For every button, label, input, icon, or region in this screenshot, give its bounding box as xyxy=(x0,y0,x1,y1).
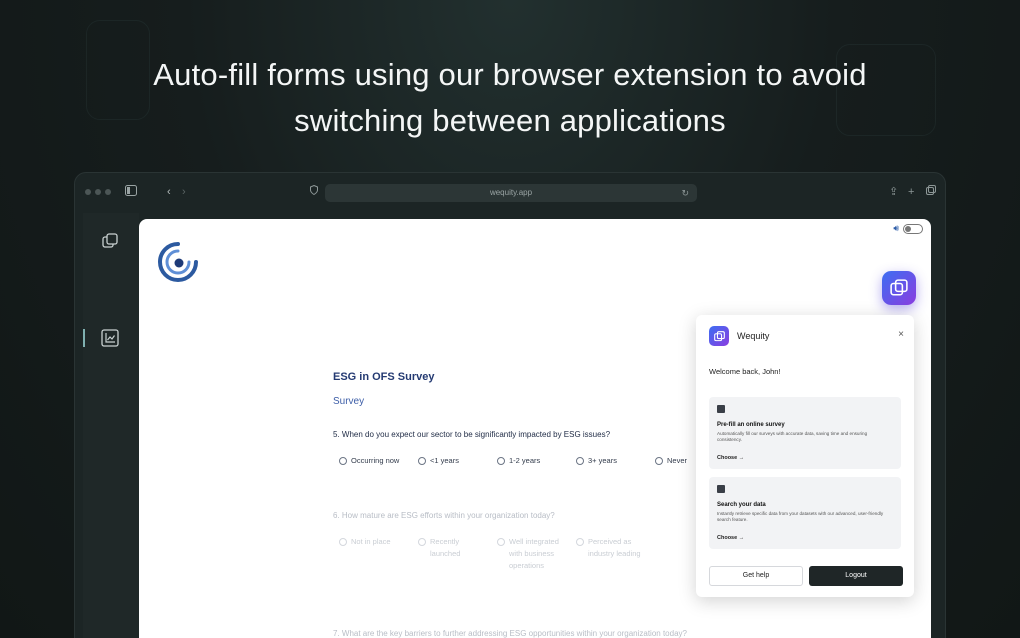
choose-link[interactable]: Choose → xyxy=(717,535,744,541)
extension-popup: Wequity × Welcome back, John! Pre-fill a… xyxy=(696,315,914,597)
radio-button[interactable] xyxy=(576,457,584,465)
logout-button[interactable]: Logout xyxy=(809,566,903,586)
copy-stack-icon[interactable] xyxy=(100,231,120,251)
question-6: 6. How mature are ESG efforts within you… xyxy=(333,511,555,520)
question-7: 7. What are the key barriers to further … xyxy=(333,629,687,638)
welcome-message: Welcome back, John! xyxy=(709,367,781,376)
choose-link[interactable]: Choose → xyxy=(717,455,744,461)
forward-icon[interactable]: › xyxy=(182,185,186,199)
headline-line-1: Auto-fill forms using our browser extens… xyxy=(153,57,867,92)
reload-icon[interactable]: ↻ xyxy=(681,184,689,202)
radio-option[interactable]: <1 years xyxy=(418,455,459,467)
window-dots-icon[interactable] xyxy=(85,189,111,195)
survey-title: ESG in OFS Survey xyxy=(333,371,435,383)
card-title: Search your data xyxy=(717,502,766,508)
radio-option[interactable]: 3+ years xyxy=(576,455,617,467)
radio-option[interactable]: Occurring now xyxy=(339,455,399,467)
extension-name: Wequity xyxy=(737,331,770,341)
copy-stack-icon xyxy=(890,279,908,296)
radio-button[interactable] xyxy=(497,538,505,546)
wequity-logo xyxy=(709,326,729,346)
back-icon[interactable]: ‹ xyxy=(167,185,171,199)
card-description: Automatically fill our surveys with accu… xyxy=(717,431,868,442)
radio-option[interactable]: 1-2 years xyxy=(497,455,540,467)
url-text: wequity.app xyxy=(489,188,533,197)
card-description: Instantly retrieve specific data from yo… xyxy=(717,511,884,522)
get-help-button[interactable]: Get help xyxy=(709,566,803,586)
question-5: 5. When do you expect our sector to be s… xyxy=(333,430,611,439)
radio-option[interactable]: Not in place xyxy=(339,536,409,548)
radio-button[interactable] xyxy=(418,457,426,465)
survey-subtitle: Survey xyxy=(333,396,365,407)
headline-line-2: switching between applications xyxy=(294,103,726,138)
new-tab-icon[interactable]: + xyxy=(908,185,914,199)
radio-button[interactable] xyxy=(497,457,505,465)
browser-toolbar: ‹ › wequity.app ↻ ⇪ + xyxy=(75,173,945,211)
close-icon[interactable]: × xyxy=(898,329,904,340)
sidebar-toggle-icon[interactable] xyxy=(125,185,137,200)
headline: Auto-fill forms using our browser extens… xyxy=(0,52,1020,144)
company-logo xyxy=(157,241,199,283)
web-page: 🔊︎ ESG in OFS Survey Survey 5. When do y… xyxy=(139,219,931,638)
extension-sidebar xyxy=(83,213,139,638)
radio-button[interactable] xyxy=(655,457,663,465)
active-indicator xyxy=(83,329,85,347)
tabs-icon[interactable] xyxy=(926,185,936,199)
browser-window: ‹ › wequity.app ↻ ⇪ + 🔊︎ ESG in OFS Surv… xyxy=(74,172,946,638)
chart-icon[interactable] xyxy=(100,328,120,348)
radio-button[interactable] xyxy=(339,457,347,465)
radio-option[interactable]: Well integrated with business operations xyxy=(497,536,569,572)
page-controls: 🔊︎ xyxy=(893,223,923,234)
document-icon xyxy=(717,405,725,413)
url-bar[interactable]: wequity.app ↻ xyxy=(325,184,697,202)
radio-option[interactable]: Never xyxy=(655,455,687,467)
search-data-card[interactable]: Search your data Instantly retrieve spec… xyxy=(709,477,901,549)
radio-option[interactable]: Recently launched xyxy=(418,536,484,560)
radio-button[interactable] xyxy=(418,538,426,546)
document-icon xyxy=(717,485,725,493)
card-title: Pre-fill an online survey xyxy=(717,422,785,428)
extension-launcher-button[interactable] xyxy=(882,271,916,305)
shield-icon[interactable] xyxy=(310,184,318,199)
share-icon[interactable]: ⇪ xyxy=(889,185,898,199)
radio-button[interactable] xyxy=(576,538,584,546)
prefill-survey-card[interactable]: Pre-fill an online survey Automatically … xyxy=(709,397,901,469)
speaker-icon[interactable]: 🔊︎ xyxy=(893,223,899,234)
toggle-switch[interactable] xyxy=(903,223,923,234)
radio-option[interactable]: Perceived as industry leading xyxy=(576,536,642,560)
radio-button[interactable] xyxy=(339,538,347,546)
